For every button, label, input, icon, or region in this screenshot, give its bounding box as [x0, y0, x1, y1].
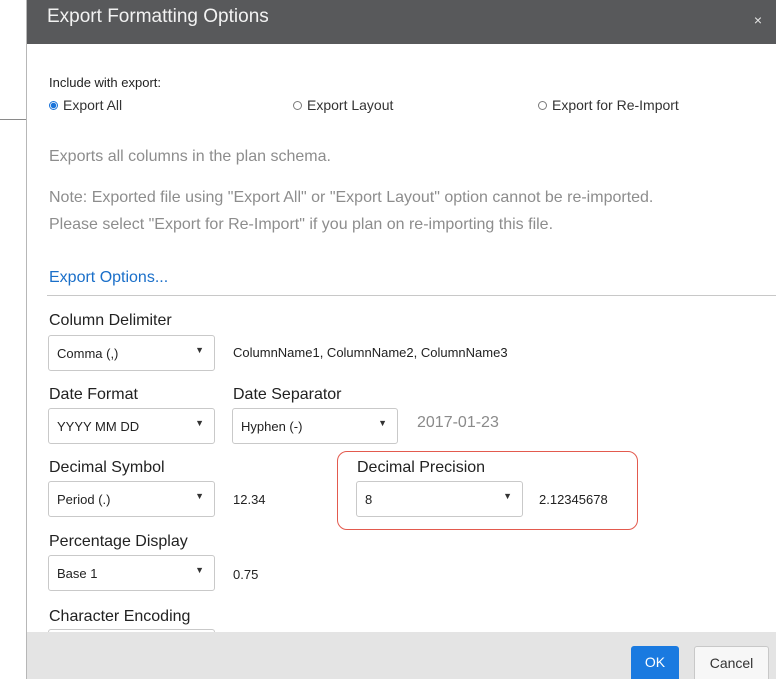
radio-export-all[interactable]: Export All	[49, 97, 122, 113]
select-value: Hyphen (-)	[241, 419, 303, 434]
chevron-down-icon: ▼	[195, 565, 204, 575]
chevron-down-icon: ▼	[195, 418, 204, 428]
export-note-line-1: Note: Exported file using "Export All" o…	[49, 189, 654, 206]
chevron-down-icon: ▼	[195, 345, 204, 355]
radio-export-layout[interactable]: Export Layout	[293, 97, 393, 113]
date-preview: 2017-01-23	[417, 414, 499, 431]
decimal-symbol-select[interactable]: Period (.) ▼	[48, 481, 215, 517]
radio-selected-icon	[49, 100, 58, 110]
export-formatting-dialog: Export Formatting Options × Include with…	[27, 0, 776, 679]
date-separator-label: Date Separator	[233, 386, 342, 403]
select-value: Period (.)	[57, 492, 111, 507]
decimal-precision-preview: 2.12345678	[539, 492, 608, 507]
select-value: 8	[365, 492, 373, 507]
percentage-display-select[interactable]: Base 1 ▼	[48, 555, 215, 591]
decimal-symbol-label: Decimal Symbol	[49, 459, 165, 476]
column-delimiter-label: Column Delimiter	[49, 312, 172, 329]
export-note-line-2: Please select "Export for Re-Import" if …	[49, 216, 554, 233]
chevron-down-icon: ▼	[503, 491, 512, 501]
background-line	[0, 119, 28, 120]
date-format-label: Date Format	[49, 386, 138, 403]
ok-button[interactable]: OK	[631, 646, 679, 679]
close-icon[interactable]: ×	[754, 12, 762, 28]
chevron-down-icon: ▼	[195, 491, 204, 501]
column-delimiter-preview: ColumnName1, ColumnName2, ColumnName3	[233, 345, 508, 360]
section-divider	[47, 295, 776, 296]
radio-label: Export All	[63, 97, 123, 113]
dialog-titlebar: Export Formatting Options ×	[27, 0, 776, 44]
decimal-symbol-preview: 12.34	[233, 492, 266, 507]
dialog-title: Export Formatting Options	[47, 6, 269, 27]
percentage-display-label: Percentage Display	[49, 533, 188, 550]
radio-label: Export Layout	[307, 97, 394, 113]
select-value: Base 1	[57, 566, 98, 581]
export-options-link[interactable]: Export Options...	[49, 269, 168, 287]
include-with-export-label: Include with export:	[49, 75, 162, 90]
percentage-display-preview: 0.75	[233, 567, 259, 582]
radio-unselected-icon	[538, 100, 547, 110]
column-delimiter-select[interactable]: Comma (,) ▼	[48, 335, 215, 371]
radio-unselected-icon	[293, 100, 302, 110]
radio-label: Export for Re-Import	[552, 97, 679, 113]
date-separator-select[interactable]: Hyphen (-) ▼	[232, 408, 398, 444]
cancel-button[interactable]: Cancel	[694, 646, 769, 679]
export-description: Exports all columns in the plan schema.	[49, 148, 331, 165]
select-value: YYYY MM DD	[57, 419, 140, 434]
character-encoding-label: Character Encoding	[49, 608, 191, 625]
decimal-precision-select[interactable]: 8 ▼	[356, 481, 523, 517]
select-value: Comma (,)	[57, 346, 119, 361]
date-format-select[interactable]: YYYY MM DD ▼	[48, 408, 215, 444]
radio-export-for-reimport[interactable]: Export for Re-Import	[538, 97, 679, 113]
chevron-down-icon: ▼	[378, 418, 387, 428]
decimal-precision-label: Decimal Precision	[357, 459, 486, 476]
